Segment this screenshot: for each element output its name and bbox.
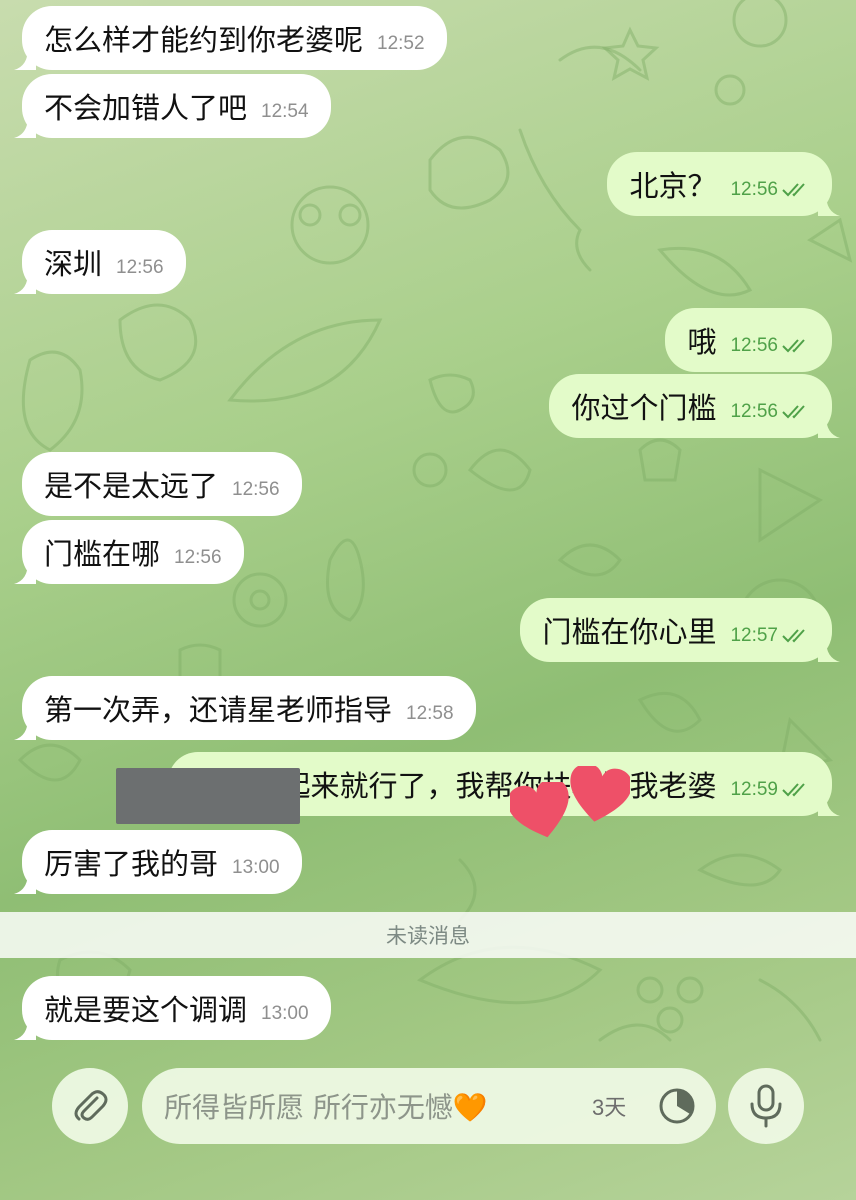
bubble-tail <box>818 194 840 216</box>
message-text: 第一次弄，还请星老师指导 <box>44 693 393 727</box>
message-text: 不会加错人了吧 <box>44 91 248 125</box>
message-meta: 12:56 <box>232 479 280 501</box>
chat-history: 怎么样才能约到你老婆呢 12:52 不会加错人了吧 12:54 北京？ 12:5… <box>0 0 856 1200</box>
message-time: 12:56 <box>116 257 164 278</box>
message-meta: 12:56 <box>730 335 810 357</box>
message-meta: 12:52 <box>377 33 425 55</box>
message-time: 12:56 <box>730 179 778 200</box>
microphone-icon <box>750 1084 782 1128</box>
double-check-icon <box>782 405 805 419</box>
incoming-message[interactable]: 厉害了我的哥 13:00 <box>14 830 302 894</box>
incoming-message[interactable]: 就是要这个调调 13:00 <box>14 976 331 1040</box>
outgoing-message[interactable]: 北京？ 12:56 <box>607 152 840 216</box>
incoming-message[interactable]: 深圳 12:56 <box>14 230 186 294</box>
message-time: 12:56 <box>174 547 222 568</box>
attach-button[interactable] <box>52 1068 128 1144</box>
message-meta: 12:59 <box>730 779 810 801</box>
message-text: 深圳 <box>44 247 103 281</box>
message-meta: 12:56 <box>730 179 810 201</box>
message-input[interactable]: 所得皆所愿 所行亦无憾🧡 3天 <box>142 1068 716 1144</box>
bubble-tail <box>14 116 36 138</box>
message-time: 13:00 <box>261 1003 309 1024</box>
message-text: 怎么样才能约到你老婆呢 <box>44 23 364 57</box>
message-time: 12:57 <box>730 625 778 646</box>
message-meta: 12:56 <box>116 257 164 279</box>
message-time: 12:56 <box>730 401 778 422</box>
unread-messages-divider: 未读消息 <box>0 912 856 958</box>
message-meta: 13:00 <box>232 857 280 879</box>
bubble-tail <box>14 1018 36 1040</box>
message-meta: 12:54 <box>261 101 309 123</box>
message-text: 门槛在你心里 <box>542 615 717 649</box>
bubble-tail <box>818 416 840 438</box>
self-destruct-timer-icon[interactable] <box>658 1087 696 1125</box>
message-meta: 13:00 <box>261 1003 309 1025</box>
bubble-tail <box>818 640 840 662</box>
incoming-message[interactable]: 是不是太远了 12:56 <box>22 452 302 516</box>
unread-divider-label: 未读消息 <box>386 924 470 948</box>
bubble-tail <box>14 272 36 294</box>
paperclip-icon <box>74 1090 108 1121</box>
incoming-message[interactable]: 不会加错人了吧 12:54 <box>14 74 331 138</box>
message-text: 就是要这个调调 <box>44 993 248 1027</box>
incoming-message[interactable]: 第一次弄，还请星老师指导 12:58 <box>14 676 476 740</box>
message-text: 厉害了我的哥 <box>44 847 219 881</box>
incoming-message[interactable]: 怎么样才能约到你老婆呢 12:52 <box>14 6 447 70</box>
message-text: 你过个门槛 <box>571 391 717 425</box>
message-text: 是不是太远了 <box>44 469 219 503</box>
message-composer: 所得皆所愿 所行亦无憾🧡 3天 <box>0 1040 856 1200</box>
message-meta: 12:57 <box>730 625 810 647</box>
bubble-tail <box>14 872 36 894</box>
message-text: 哦 <box>687 325 717 359</box>
message-input-text: 所得皆所愿 所行亦无憾🧡 <box>164 1091 488 1124</box>
message-meta: 12:56 <box>730 401 810 423</box>
incoming-message[interactable]: 门槛在哪 12:56 <box>14 520 244 584</box>
bubble-tail <box>818 794 840 816</box>
double-check-icon <box>782 783 805 797</box>
bubble-tail <box>14 718 36 740</box>
outgoing-message[interactable]: 门槛在你心里 12:57 <box>520 598 840 662</box>
heart-sticker-icon <box>570 766 630 822</box>
message-time: 12:58 <box>406 703 454 724</box>
bubble-tail <box>14 48 36 70</box>
message-time: 13:00 <box>232 857 280 878</box>
heart-sticker-icon <box>510 782 569 838</box>
redaction-block <box>116 768 300 824</box>
message-meta: 12:56 <box>174 547 222 569</box>
outgoing-message[interactable]: 哦 12:56 <box>665 308 832 372</box>
message-time: 12:56 <box>730 335 778 356</box>
double-check-icon <box>782 183 805 197</box>
bubble-tail <box>14 562 36 584</box>
message-meta: 12:58 <box>406 703 454 725</box>
outgoing-message[interactable]: 你过个门槛 12:56 <box>549 374 840 438</box>
message-time: 12:59 <box>730 779 778 800</box>
timer-label: 3天 <box>592 1095 627 1120</box>
message-text: 北京？ <box>629 169 717 203</box>
double-check-icon <box>782 339 805 353</box>
voice-record-button[interactable] <box>728 1068 804 1144</box>
message-text: 门槛在哪 <box>44 537 161 571</box>
message-time: 12:56 <box>232 479 280 500</box>
double-check-icon <box>782 629 805 643</box>
message-time: 12:54 <box>261 101 309 122</box>
message-time: 12:52 <box>377 33 425 54</box>
